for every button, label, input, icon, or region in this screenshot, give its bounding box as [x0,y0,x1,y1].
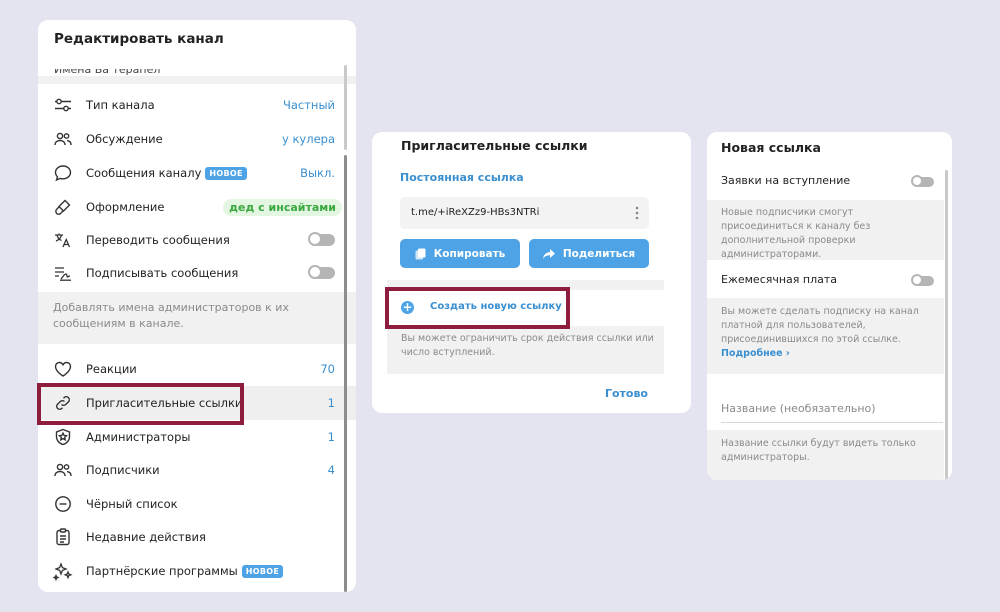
more-options-icon[interactable] [635,205,639,221]
clipboard-icon [52,526,74,548]
link-name-placeholder: Название (необязательно) [721,402,876,415]
channel-messages-row[interactable]: Сообщения каналу НОВОЕ Выкл. [38,156,356,190]
channel-messages-value: Выкл. [300,166,335,180]
partner-programs-row[interactable]: Партнёрские программы НОВОЕ [38,554,356,588]
channel-type-label: Тип канала [86,98,155,112]
channel-messages-label: Сообщения каналу НОВОЕ [86,166,247,180]
monthly-fee-hint-text: Вы можете сделать подписку на канал плат… [721,306,919,345]
copy-icon [415,248,426,259]
highlight-frame [385,287,570,329]
chat-bubble-icon [52,162,74,184]
signature-icon [52,262,74,284]
partner-programs-text: Партнёрские программы [86,564,238,578]
done-button[interactable]: Готово [605,387,648,400]
appearance-label: Оформление [86,200,165,214]
translate-icon [52,229,74,251]
people-icon [52,128,74,150]
heart-icon [52,358,74,380]
invite-links-panel: Пригласительные ссылки Постоянная ссылка… [372,132,691,413]
channel-type-row[interactable]: Тип канала Частный [38,88,356,122]
share-label: Поделиться [562,247,636,260]
appearance-value-pill: дед с инсайтами [223,198,342,216]
share-button[interactable]: Поделиться [529,239,649,268]
sign-hint-block: Добавлять имена администраторов к их соо… [38,292,356,344]
admins-row[interactable]: Администраторы 1 [38,420,356,454]
discussion-value: у кулера [282,132,335,146]
scrollbar-track[interactable] [344,65,347,150]
new-link-panel: Новая ссылка Заявки на вступление Новые … [707,132,952,480]
copy-button[interactable]: Копировать [400,239,520,268]
monthly-fee-hint: Вы можете сделать подписку на канал плат… [721,305,936,361]
translate-label: Переводить сообщения [86,233,230,247]
admins-count: 1 [327,430,335,444]
monthly-fee-toggle[interactable] [911,274,934,286]
link-name-hint-block: Название ссылки будут видеть только адми… [707,430,944,480]
reactions-label: Реакции [86,362,137,376]
invite-links-count: 1 [327,396,335,410]
blacklist-row[interactable]: Чёрный список [38,487,356,521]
blacklist-label: Чёрный список [86,497,178,511]
join-requests-hint: Новые подписчики смогут присоединиться к… [721,207,871,260]
discussion-row[interactable]: Обсуждение у кулера [38,122,356,156]
share-arrow-icon [542,248,555,259]
people-icon [52,459,74,481]
channel-messages-text: Сообщения каналу [86,166,202,180]
lock-icon [312,236,319,244]
link-name-input[interactable]: Название (необязательно) [721,398,943,423]
create-hint-text: Вы можете ограничить срок действия ссылк… [401,333,654,358]
monthly-fee-label: Ежемесячная плата [721,273,838,286]
translate-row[interactable]: Переводить сообщения [38,223,356,257]
sign-messages-row[interactable]: Подписывать сообщения [38,256,356,290]
new-badge: НОВОЕ [205,166,247,180]
create-hint-block: Вы можете ограничить срок действия ссылк… [387,326,664,374]
channel-type-value: Частный [282,98,335,112]
sign-hint-text: Добавлять имена администраторов к их соо… [53,301,289,330]
admins-label: Администраторы [86,430,191,444]
permanent-link-field[interactable]: t.me/+iReXZz9-HBs3NTRi [400,197,649,229]
scrollbar-thumb[interactable] [344,155,347,592]
panel-title: Новая ссылка [721,140,821,155]
panel-title: Пригласительные ссылки [401,138,588,153]
monthly-fee-hint-block: Вы можете сделать подписку на канал плат… [707,298,944,374]
learn-more-link[interactable]: Подробнее › [721,348,790,359]
permanent-link-text: t.me/+iReXZz9-HBs3NTRi [411,207,540,218]
join-requests-toggle[interactable] [911,175,934,187]
sliders-icon [52,94,74,116]
section-divider [38,76,356,84]
permanent-link-header: Постоянная ссылка [400,171,524,184]
sign-messages-label: Подписывать сообщения [86,266,239,280]
join-requests-label: Заявки на вступление [721,174,851,187]
new-badge: НОВОЕ [241,564,284,578]
join-requests-hint-block: Новые подписчики смогут присоединиться к… [707,200,944,260]
subscribers-row[interactable]: Подписчики 4 [38,453,356,487]
reactions-count: 70 [320,362,335,376]
subscribers-label: Подписчики [86,463,160,477]
copy-label: Копировать [433,247,506,260]
link-name-hint: Название ссылки будут видеть только адми… [721,438,916,463]
highlight-frame [37,383,244,425]
brush-icon [52,196,74,218]
discussion-label: Обсуждение [86,132,163,146]
block-icon [52,493,74,515]
subscribers-count: 4 [327,463,335,477]
reactions-row[interactable]: Реакции 70 [38,352,356,386]
sparkles-icon [52,560,74,582]
scrollbar[interactable] [945,170,948,480]
sign-messages-toggle[interactable] [308,265,335,279]
partner-programs-label: Партнёрские программы НОВОЕ [86,564,284,578]
appearance-row[interactable]: Оформление дед с инсайтами [38,190,356,224]
panel-title: Редактировать канал [54,31,224,47]
admin-shield-icon [52,426,74,448]
edit-channel-panel: Редактировать канал Имена Ба терапел Тип… [38,20,356,592]
translate-toggle[interactable] [308,232,335,246]
recent-actions-label: Недавние действия [86,530,206,544]
recent-actions-row[interactable]: Недавние действия [38,520,356,554]
